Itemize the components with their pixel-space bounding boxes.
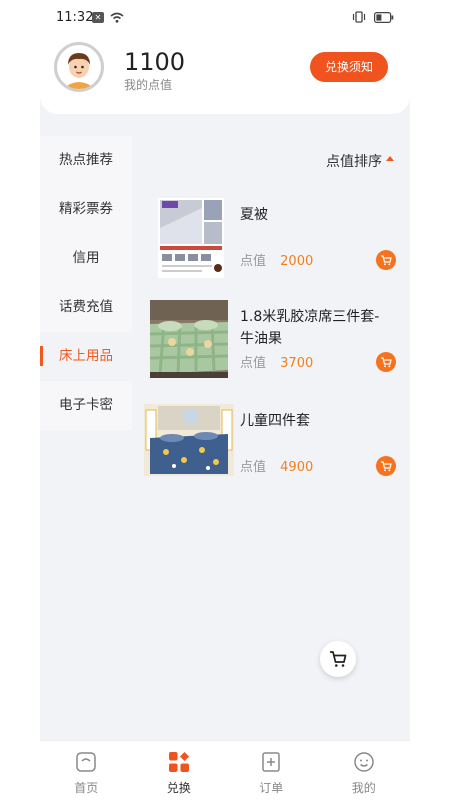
price-value: 2000 <box>280 254 314 269</box>
sort-label: 点值排序 <box>326 154 382 170</box>
order-icon <box>260 751 282 773</box>
price-label: 点值 <box>240 356 267 371</box>
avatar[interactable] <box>54 42 104 92</box>
cart-icon <box>330 651 347 667</box>
battery-icon <box>374 11 394 23</box>
product-item[interactable]: 儿童四件套 点值 4900 <box>144 404 398 494</box>
category-item-phone-recharge[interactable]: 话费充值 <box>40 283 132 332</box>
product-name: 1.8米乳胶凉席三件套-牛油果 <box>240 309 380 347</box>
product-image[interactable] <box>144 404 234 476</box>
cart-icon <box>381 255 392 266</box>
home-icon <box>75 751 97 773</box>
wifi-icon <box>110 12 124 23</box>
points-label: 我的点值 <box>124 78 173 92</box>
status-icons-left: ✕ <box>92 12 124 23</box>
tab-label: 订单 <box>259 781 284 795</box>
category-item-e-card[interactable]: 电子卡密 <box>40 381 132 430</box>
product-name: 儿童四件套 <box>240 413 310 429</box>
points-value: 1100 <box>124 48 186 76</box>
category-sidebar: 热点推荐 精彩票券 信用 话费充值 床上用品 电子卡密 <box>40 136 132 430</box>
category-item-bedding[interactable]: 床上用品 <box>40 332 132 381</box>
add-to-cart-button[interactable] <box>376 456 396 476</box>
exchange-notice-button[interactable]: 兑换须知 <box>310 52 388 82</box>
status-icons-right <box>352 11 394 23</box>
product-price-row: 点值 4900 <box>240 456 313 475</box>
tab-orders[interactable]: 订单 <box>225 741 318 800</box>
product-image-mat <box>150 300 228 378</box>
category-item-hot[interactable]: 热点推荐 <box>40 136 132 185</box>
category-item-tickets[interactable]: 精彩票券 <box>40 185 132 234</box>
tab-exchange[interactable]: 兑换 <box>133 741 226 800</box>
product-price-row: 点值 2000 <box>240 250 313 269</box>
tab-label: 我的 <box>351 781 376 795</box>
add-to-cart-button[interactable] <box>376 250 396 270</box>
add-to-cart-button[interactable] <box>376 352 396 372</box>
product-item[interactable]: 1.8米乳胶凉席三件套-牛油果 点值 3700 <box>144 300 398 390</box>
profile-icon <box>353 751 375 773</box>
avatar-face-icon <box>57 45 101 89</box>
product-name: 夏被 <box>240 207 268 223</box>
cart-icon <box>381 357 392 368</box>
tab-home[interactable]: 首页 <box>40 741 133 800</box>
status-time: 11:32 <box>56 10 94 25</box>
product-image[interactable] <box>150 300 228 378</box>
cart-icon <box>381 461 392 472</box>
product-item[interactable]: 夏被 点值 2000 <box>144 198 398 288</box>
price-value: 3700 <box>280 356 314 371</box>
points-header: 1100 我的点值 兑换须知 <box>40 30 410 114</box>
product-price-row: 点值 3700 <box>240 352 313 371</box>
tab-profile[interactable]: 我的 <box>318 741 411 800</box>
category-item-credit[interactable]: 信用 <box>40 234 132 283</box>
vibrate-icon <box>352 11 366 23</box>
product-image-quilt <box>158 198 224 278</box>
sort-control[interactable]: 点值排序 <box>326 151 394 171</box>
app-screen: 11:32 ✕ 1100 我的点值 兑换须知 热点推荐 精彩票券 信用 话费充值… <box>40 0 410 800</box>
tab-label: 首页 <box>74 781 99 795</box>
product-image-kids-bedding <box>144 404 234 476</box>
bottom-tab-bar: 首页 兑换 订单 我的 <box>40 740 410 800</box>
tab-label: 兑换 <box>166 781 191 795</box>
exchange-icon <box>168 751 190 773</box>
sort-arrow-icon <box>386 155 394 161</box>
notification-icon: ✕ <box>92 12 104 23</box>
price-label: 点值 <box>240 460 267 475</box>
price-label: 点值 <box>240 254 267 269</box>
product-image[interactable] <box>158 198 224 278</box>
floating-cart-button[interactable] <box>320 641 356 677</box>
price-value: 4900 <box>280 460 314 475</box>
